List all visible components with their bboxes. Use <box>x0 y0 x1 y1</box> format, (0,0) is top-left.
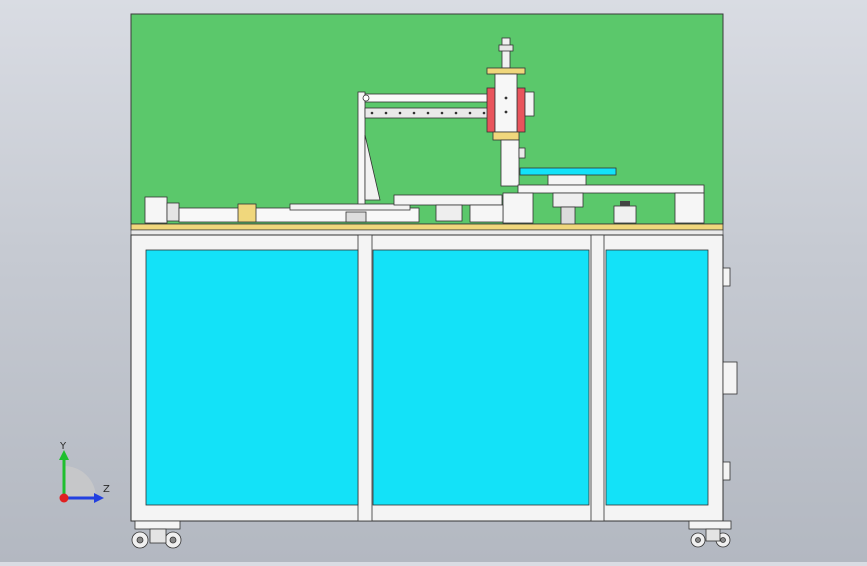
z-axis-lower-plate <box>492 131 520 141</box>
frame-divider-right <box>590 234 605 522</box>
z-axis-top-cap <box>498 44 514 52</box>
rotary-head <box>547 174 587 186</box>
z-axis-bolt <box>504 110 508 114</box>
side-handle-middle <box>722 361 738 395</box>
spindle-housing <box>552 192 584 208</box>
side-handle-bottom <box>722 461 731 481</box>
right-platform-block <box>674 192 705 224</box>
z-axis-label: Z <box>103 484 110 495</box>
z-axis-clamp <box>518 147 526 159</box>
z-axis-motor-right <box>516 87 526 133</box>
z-axis-top-rod <box>501 37 511 69</box>
z-axis-side-bracket <box>524 91 535 117</box>
small-fixture-cap <box>620 201 630 206</box>
side-handles[interactable] <box>722 267 738 481</box>
slider-carriage <box>237 203 257 223</box>
glass-panel-right[interactable] <box>605 249 709 506</box>
cyan-tray-arm[interactable] <box>519 167 617 176</box>
z-axis-motor-left <box>486 87 496 133</box>
right-platform-top[interactable] <box>517 184 705 194</box>
upper-rail-block <box>435 204 463 222</box>
glass-panel-left[interactable] <box>145 249 359 506</box>
z-axis-body <box>494 73 518 133</box>
beam-end-cap <box>362 94 370 102</box>
gantry-post <box>357 91 366 211</box>
small-fixture <box>613 205 637 224</box>
deck-plate-strip <box>130 229 724 236</box>
deck-plate[interactable] <box>130 223 724 231</box>
center-block <box>502 192 534 224</box>
coordinate-triad[interactable]: Y Z <box>50 440 120 510</box>
y-axis-label: Y <box>60 441 67 452</box>
z-axis-lower-column <box>500 139 520 187</box>
frame-divider-left <box>357 234 373 522</box>
gantry-beam <box>364 93 490 103</box>
z-axis-bolt <box>504 96 508 100</box>
spindle-shaft <box>560 206 576 226</box>
linear-rail-cover <box>289 203 411 211</box>
side-handle-top <box>722 267 731 287</box>
left-motor <box>144 196 168 224</box>
upper-rail <box>393 194 503 206</box>
caster-right[interactable] <box>688 520 732 548</box>
left-motor-flange <box>166 202 180 222</box>
caster-left[interactable] <box>131 520 182 549</box>
glass-panel-center[interactable] <box>372 249 590 506</box>
cad-graphics-viewport[interactable]: Y Z <box>0 0 867 562</box>
rail-end-block <box>469 204 504 223</box>
slider-block <box>345 211 367 223</box>
z-axis-yellow-plate <box>486 67 526 75</box>
machine-drawing[interactable] <box>0 0 867 562</box>
